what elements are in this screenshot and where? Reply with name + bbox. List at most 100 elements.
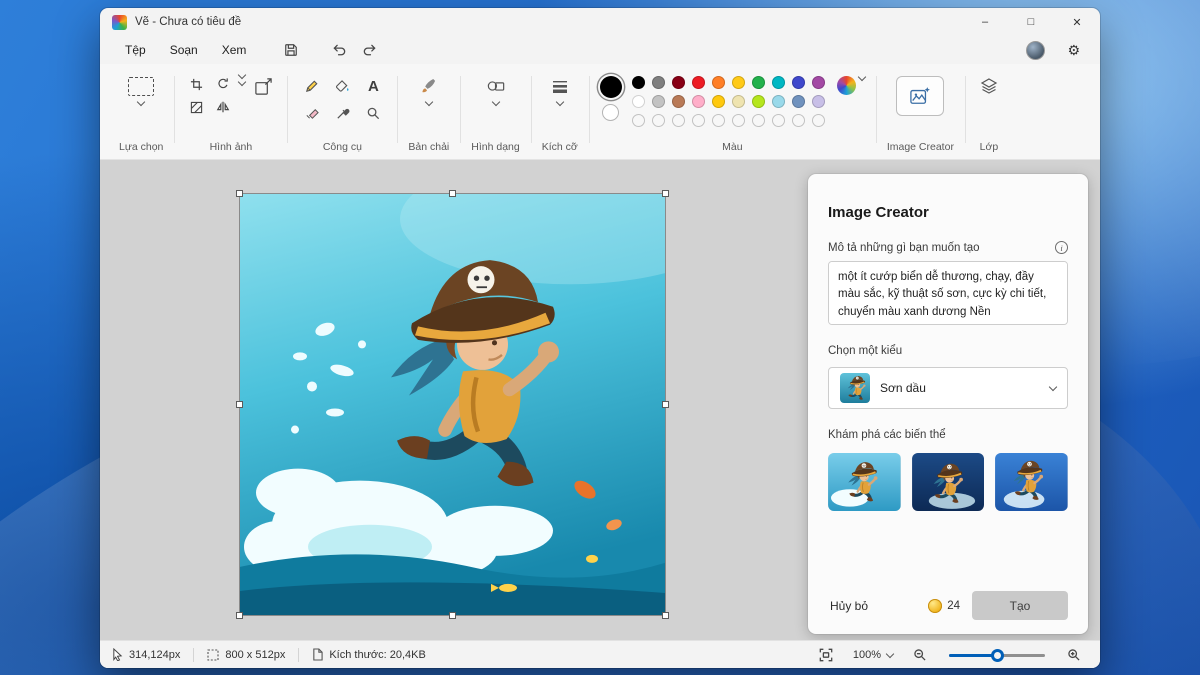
- selection-handle[interactable]: [662, 401, 669, 408]
- minimize-button[interactable]: –: [962, 8, 1008, 36]
- menu-file[interactable]: Tệp: [114, 40, 157, 60]
- menu-edit[interactable]: Soạn: [159, 40, 209, 60]
- color-swatch[interactable]: [772, 114, 785, 127]
- color-swatch[interactable]: [772, 76, 785, 89]
- selection-handle[interactable]: [236, 401, 243, 408]
- shapes-button[interactable]: [483, 74, 509, 98]
- file-size: Kích thước: 20,4KB: [312, 648, 426, 661]
- selection-handle[interactable]: [449, 612, 456, 619]
- hatch-pattern-button[interactable]: [185, 97, 207, 117]
- color-swatch[interactable]: [712, 95, 725, 108]
- zoom-fit-button[interactable]: [812, 644, 840, 666]
- selection-tool-button[interactable]: [128, 74, 154, 98]
- image-creator-button[interactable]: [896, 76, 944, 116]
- eraser-tool-button[interactable]: [298, 101, 324, 125]
- color-swatch[interactable]: [812, 76, 825, 89]
- brushes-button[interactable]: [416, 74, 442, 98]
- undo-button[interactable]: [325, 39, 353, 61]
- resize-image-button[interactable]: [250, 74, 276, 98]
- color-swatch[interactable]: [672, 76, 685, 89]
- variants-label: Khám phá các biến thể: [828, 429, 946, 441]
- selected-image[interactable]: [240, 194, 665, 615]
- color-swatch[interactable]: [752, 114, 765, 127]
- selection-handle[interactable]: [449, 190, 456, 197]
- color-swatch[interactable]: [732, 114, 745, 127]
- paint-window: Vẽ - Chưa có tiêu đề – □ ✕ Tệp Soạn Xem: [100, 8, 1100, 668]
- color-swatch[interactable]: [652, 95, 665, 108]
- chevron-down-icon[interactable]: [556, 98, 564, 106]
- zoom-in-button[interactable]: [1060, 644, 1088, 666]
- chevron-down-icon: [1049, 383, 1057, 391]
- color-swatch[interactable]: [792, 76, 805, 89]
- prompt-input[interactable]: một ít cướp biển dễ thương, chạy, đầy mà…: [828, 261, 1068, 325]
- file-icon: [312, 648, 323, 661]
- create-button[interactable]: Tạo: [972, 591, 1068, 620]
- selection-handle[interactable]: [662, 190, 669, 197]
- color-swatch[interactable]: [812, 95, 825, 108]
- rotate-button[interactable]: [212, 74, 234, 94]
- fill-tool-button[interactable]: [329, 74, 355, 98]
- credits-count: 24: [947, 600, 960, 612]
- variant-thumbnail-2[interactable]: [912, 453, 985, 511]
- color-swatch[interactable]: [772, 95, 785, 108]
- user-avatar[interactable]: [1026, 41, 1045, 60]
- color-swatch[interactable]: [692, 114, 705, 127]
- color-swatch[interactable]: [792, 114, 805, 127]
- flip-button[interactable]: [212, 97, 234, 117]
- zoom-slider-thumb[interactable]: [991, 649, 1004, 662]
- color-swatch[interactable]: [692, 76, 705, 89]
- color-swatch[interactable]: [652, 76, 665, 89]
- color-swatch[interactable]: [712, 114, 725, 127]
- color-swatch[interactable]: [632, 76, 645, 89]
- color-swatch[interactable]: [792, 95, 805, 108]
- color-swatch[interactable]: [752, 76, 765, 89]
- chevron-down-icon[interactable]: [425, 98, 433, 106]
- save-button[interactable]: [277, 39, 305, 61]
- redo-button[interactable]: [355, 39, 383, 61]
- layers-button[interactable]: [976, 74, 1002, 98]
- info-icon[interactable]: i: [1055, 241, 1068, 254]
- variant-thumbnail-3[interactable]: [995, 453, 1068, 511]
- close-button[interactable]: ✕: [1054, 8, 1100, 36]
- color-swatch[interactable]: [632, 95, 645, 108]
- color-swatch[interactable]: [672, 95, 685, 108]
- maximize-button[interactable]: □: [1008, 8, 1054, 36]
- color-swatch[interactable]: [812, 114, 825, 127]
- pencil-tool-button[interactable]: [298, 74, 324, 98]
- color-swatch[interactable]: [732, 95, 745, 108]
- variant-thumbnail-1[interactable]: [828, 453, 901, 511]
- color-wheel-icon[interactable]: [837, 76, 856, 95]
- chevron-down-icon[interactable]: [858, 73, 866, 81]
- text-tool-button[interactable]: A: [360, 74, 386, 98]
- color-swatch[interactable]: [732, 76, 745, 89]
- color2-swatch[interactable]: [602, 104, 619, 121]
- selection-handle[interactable]: [662, 612, 669, 619]
- selection-size-icon: [207, 649, 219, 661]
- menu-view[interactable]: Xem: [211, 40, 258, 60]
- color-swatch[interactable]: [692, 95, 705, 108]
- selection-handle[interactable]: [236, 612, 243, 619]
- zoom-out-button[interactable]: [906, 644, 934, 666]
- coin-icon: [928, 599, 942, 613]
- crop-button[interactable]: [185, 74, 207, 94]
- color-swatch[interactable]: [652, 114, 665, 127]
- color-swatch[interactable]: [632, 114, 645, 127]
- chevron-down-icon[interactable]: [238, 78, 246, 86]
- chevron-down-icon[interactable]: [491, 98, 499, 106]
- chevron-down-icon[interactable]: [137, 98, 145, 106]
- settings-gear-icon[interactable]: ⚙: [1057, 42, 1090, 59]
- zoom-level-dropdown[interactable]: 100%: [847, 646, 899, 664]
- color1-selected-swatch[interactable]: [600, 76, 622, 98]
- magnifier-tool-button[interactable]: [360, 101, 386, 125]
- color-swatch[interactable]: [672, 114, 685, 127]
- size-button[interactable]: [547, 74, 573, 98]
- color-swatch[interactable]: [712, 76, 725, 89]
- cancel-button[interactable]: Hủy bỏ: [828, 595, 870, 617]
- color-picker-tool-button[interactable]: [329, 101, 355, 125]
- style-dropdown[interactable]: Sơn dầu: [828, 367, 1068, 409]
- selection-handle[interactable]: [236, 190, 243, 197]
- zoom-slider[interactable]: [949, 648, 1045, 662]
- canvas-area[interactable]: Image Creator Mô tả những gì bạn muốn tạ…: [100, 160, 1100, 640]
- color-swatch[interactable]: [752, 95, 765, 108]
- window-title: Vẽ - Chưa có tiêu đề: [135, 16, 241, 28]
